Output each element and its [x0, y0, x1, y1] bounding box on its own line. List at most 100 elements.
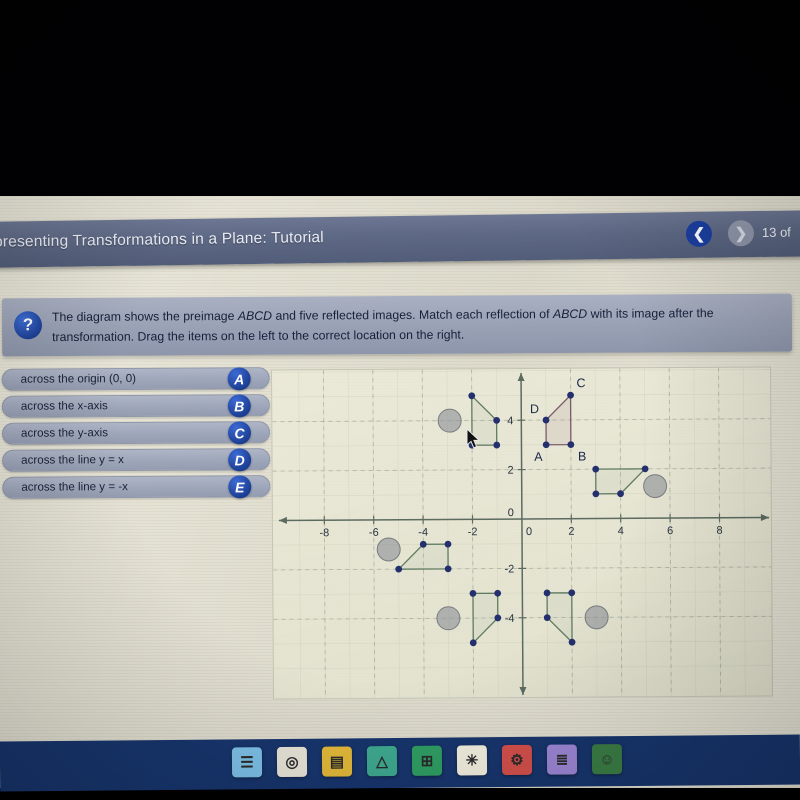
drag-item-list: across the origin (0, 0) A across the x-…	[1, 367, 271, 504]
chevron-right-icon[interactable]: ❯	[727, 220, 755, 247]
chrome-icon[interactable]: ◎	[276, 746, 308, 778]
page-title: presenting Transformations in a Plane: T…	[0, 229, 324, 251]
classroom-icon[interactable]: ☺	[591, 744, 623, 775]
vertex-point[interactable]	[543, 614, 551, 622]
image-reflect-y-eq-neg-x[interactable]	[397, 543, 449, 570]
app-header-bar: presenting Transformations in a Plane: T…	[0, 210, 800, 268]
x-axis-tick-label: 8	[716, 525, 722, 537]
vertex-label-B: B	[578, 450, 586, 464]
grid-line-h	[272, 368, 773, 373]
question-text: The diagram shows the preimage ABCD and …	[52, 303, 777, 347]
vertex-point[interactable]	[494, 589, 502, 597]
coordinate-plane-svg[interactable]: -8 -6 -4 -2 0 2 4 6 8 4 2 0 -2 -4 A B C D	[272, 367, 774, 700]
vertex-point[interactable]	[494, 614, 502, 622]
keep-icon[interactable]: ≣	[546, 744, 578, 775]
question-line1-part3: with its image after	[587, 306, 694, 321]
x-axis-tick-label: -2	[468, 526, 478, 538]
photographed-screen: presenting Transformations in a Plane: T…	[0, 0, 800, 800]
vertex-point[interactable]	[543, 589, 551, 597]
drop-target-1[interactable]	[437, 408, 462, 433]
grid-line-v	[693, 367, 697, 698]
preimage-ABCD[interactable]	[545, 393, 572, 446]
top-bezel	[0, 0, 800, 196]
x-axis	[278, 516, 769, 522]
vertex-point[interactable]	[568, 638, 576, 646]
sheets-icon[interactable]: ⊞	[411, 745, 443, 776]
vertex-point[interactable]	[641, 465, 649, 473]
drop-target-5[interactable]	[584, 605, 609, 630]
vertex-point[interactable]	[542, 416, 550, 424]
vertex-point[interactable]	[542, 441, 550, 449]
slides-icon[interactable]: ▤	[321, 746, 353, 777]
taskbar: ☰ ◎ ▤ △ ⊞ ✳ ⚙ ≣ ☺	[0, 734, 800, 792]
grid-line-h	[272, 443, 773, 447]
vertex-point[interactable]	[592, 465, 600, 473]
drop-target-2[interactable]	[643, 474, 668, 499]
x-axis-tick-label: -8	[319, 527, 329, 539]
grid-line-v	[742, 367, 746, 698]
grid-line-h	[273, 591, 774, 595]
drop-target-3[interactable]	[376, 537, 401, 562]
x-axis-tick-label: 2	[568, 526, 574, 538]
vertex-label-D: D	[530, 402, 539, 416]
image-reflect-y-eq-x[interactable]	[595, 468, 647, 495]
y-axis-tick-label: 0	[508, 507, 514, 519]
y-axis-tick-label: 2	[507, 465, 513, 477]
grid-line-v	[347, 370, 351, 700]
drive-icon[interactable]: △	[366, 746, 398, 777]
vertex-label-A: A	[534, 450, 543, 464]
drag-item-badge-c: C	[227, 421, 252, 445]
image-reflect-origin[interactable]	[472, 592, 499, 645]
vertex-point[interactable]	[469, 590, 477, 597]
question-abcd-2: ABCD	[552, 306, 588, 322]
question-line1-part1: The diagram shows the preimage	[51, 308, 238, 325]
vertex-point[interactable]	[419, 540, 427, 548]
drop-target-4[interactable]	[436, 606, 461, 631]
drag-item-line-y-eq-neg-x[interactable]: across the line y = -x E	[2, 475, 271, 499]
docs-icon[interactable]: ☰	[231, 747, 263, 778]
drag-item-y-axis[interactable]: across the y-axis C	[1, 421, 271, 445]
y-axis-arrow-up	[517, 373, 525, 382]
drag-item-badge-e: E	[228, 475, 252, 499]
grid-line-v	[298, 370, 302, 700]
vertex-point[interactable]	[468, 392, 476, 400]
vertex-point[interactable]	[395, 565, 403, 573]
x-axis-tick-label: -6	[369, 527, 379, 539]
x-axis-tick-label: 4	[618, 525, 624, 537]
vertex-point[interactable]	[567, 391, 574, 399]
vertex-point[interactable]	[567, 441, 575, 448]
vertex-point[interactable]	[444, 565, 452, 573]
star-icon[interactable]: ✳	[456, 745, 488, 776]
page-counter: 13 of	[761, 224, 791, 240]
y-axis-tick-label: -4	[505, 613, 515, 625]
vertex-point[interactable]	[444, 540, 452, 548]
drag-item-badge-b: B	[227, 394, 251, 418]
x-axis-arrow-right	[760, 514, 769, 522]
vertex-point[interactable]	[568, 589, 576, 597]
vertex-point[interactable]	[493, 441, 501, 449]
x-axis-tick-label: -4	[418, 527, 428, 539]
vertex-point[interactable]	[493, 416, 501, 424]
drag-item-line-y-eq-x[interactable]: across the line y = x D	[2, 448, 271, 472]
drag-item-badge-d: D	[228, 448, 252, 472]
vertex-point[interactable]	[592, 490, 600, 498]
drag-item-label: across the line y = -x	[21, 480, 129, 494]
vertex-point[interactable]	[617, 490, 624, 498]
y-axis-tick-label: 4	[507, 415, 513, 427]
coordinate-plane-panel[interactable]: -8 -6 -4 -2 0 2 4 6 8 4 2 0 -2 -4 A B C D	[270, 366, 774, 700]
drag-item-label: across the y-axis	[20, 426, 109, 440]
grid-line-h	[272, 393, 773, 398]
vertex-point[interactable]	[469, 639, 477, 647]
drag-item-label: across the origin (0, 0)	[20, 371, 137, 386]
chevron-left-icon[interactable]: ❮	[685, 220, 713, 248]
vertex-label-C: C	[576, 376, 585, 390]
grid-line-v	[397, 369, 400, 700]
forms-icon[interactable]: ⚙	[501, 744, 533, 776]
image-reflect-x-axis[interactable]	[546, 592, 573, 644]
drag-item-x-axis[interactable]: across the x-axis B	[1, 394, 270, 418]
question-banner: ? The diagram shows the preimage ABCD an…	[1, 293, 793, 357]
drag-item-origin[interactable]: across the origin (0, 0) A	[1, 367, 270, 391]
help-icon[interactable]: ?	[13, 311, 43, 340]
question-line1-part2: and five reflected images. Match each re…	[271, 307, 554, 323]
mouse-cursor	[466, 428, 481, 449]
